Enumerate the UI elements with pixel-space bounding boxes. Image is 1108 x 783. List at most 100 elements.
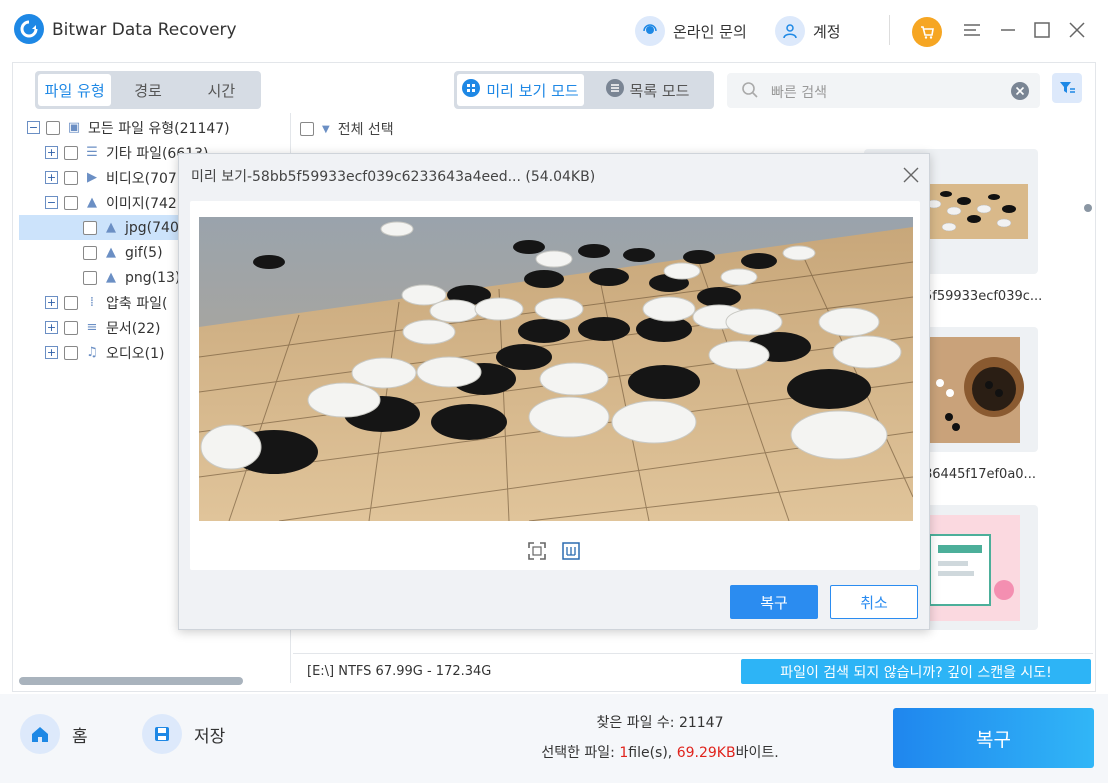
- checkbox[interactable]: [64, 145, 78, 160]
- selected-prefix: 선택한 파일:: [541, 745, 620, 761]
- search-input[interactable]: 빠른 검색: [771, 82, 827, 102]
- scan-stats: 찾은 파일 수: 21147 선택한 파일: 1file(s), 69.29KB…: [480, 708, 840, 768]
- tree-label: 이미지(742: [106, 195, 177, 212]
- select-all[interactable]: ▼ 전체 선택: [300, 119, 394, 139]
- drive-info: [E:\] NTFS 67.99G - 172.34G: [307, 664, 492, 679]
- tree-label: jpg(740: [125, 219, 179, 236]
- preview-tools: [527, 541, 581, 565]
- account-button[interactable]: 계정: [775, 16, 841, 46]
- selected-size: 69.29KB: [676, 745, 736, 761]
- title-bar: Bitwar Data Recovery 온라인 문의 계정: [0, 0, 1108, 62]
- bottom-bar: 홈 저장 찾은 파일 수: 21147 선택한 파일: 1file(s), 69…: [0, 694, 1108, 783]
- image-icon: ▲: [106, 270, 116, 285]
- tree-label: 압축 파일(: [106, 295, 168, 312]
- user-icon: [775, 16, 805, 46]
- status-bar: [E:\] NTFS 67.99G - 172.34G 파일이 검색 되지 않습…: [293, 653, 1093, 689]
- tree-label: 모든 파일 유형(21147): [88, 120, 230, 137]
- home-icon: [20, 714, 60, 754]
- preview-mode-button[interactable]: 미리 보기 모드: [457, 74, 584, 106]
- collapse-icon[interactable]: −: [27, 121, 40, 134]
- dialog-close-icon[interactable]: [900, 164, 922, 186]
- collapse-icon[interactable]: −: [45, 196, 58, 209]
- image-icon: ▲: [106, 245, 116, 260]
- checkbox[interactable]: [83, 220, 97, 235]
- home-label: 홈: [72, 726, 88, 747]
- expand-icon[interactable]: +: [45, 321, 58, 334]
- save-label: 저장: [194, 726, 226, 747]
- image-icon: ▲: [87, 195, 97, 210]
- checkbox[interactable]: [46, 120, 60, 135]
- tab-file-type[interactable]: 파일 유형: [38, 74, 112, 106]
- tab-path[interactable]: 경로: [111, 74, 184, 106]
- menu-icon[interactable]: [960, 18, 984, 42]
- list-mode-button[interactable]: 목록 모드: [584, 74, 711, 106]
- preview-mode-label: 미리 보기 모드: [486, 81, 579, 100]
- tree-item-png[interactable]: ▲ png(13): [83, 265, 180, 290]
- thumbnail-1-label: 5f59933ecf039c...: [924, 289, 1043, 304]
- save-button[interactable]: 저장: [142, 714, 225, 754]
- checkbox[interactable]: [83, 245, 97, 260]
- thumbnail-2-label: 86445f17ef0a0...: [924, 467, 1036, 482]
- app-logo-icon: [14, 14, 44, 44]
- search-box[interactable]: 빠른 검색: [727, 73, 1040, 108]
- fullscreen-icon[interactable]: [527, 541, 547, 565]
- dialog-title: 미리 보기-58bb5f59933ecf039c6233643a4eed... …: [191, 169, 596, 185]
- expand-icon[interactable]: +: [45, 171, 58, 184]
- caret-down-icon: ▼: [322, 123, 330, 135]
- selected-suffix: 바이트.: [735, 745, 779, 761]
- list-mode-label: 목록 모드: [629, 81, 690, 100]
- filter-icon[interactable]: [1052, 73, 1082, 103]
- list-icon: [605, 79, 624, 101]
- online-support-button[interactable]: 온라인 문의: [635, 16, 747, 46]
- dialog-cancel-button[interactable]: 취소: [830, 585, 918, 619]
- view-modes: 미리 보기 모드 목록 모드: [454, 71, 714, 109]
- dialog-recover-button[interactable]: 복구: [730, 585, 818, 619]
- image-icon: ▲: [106, 220, 116, 235]
- preview-image: [199, 217, 913, 521]
- tree-label: png(13): [125, 269, 181, 286]
- expand-icon[interactable]: +: [45, 146, 58, 159]
- clear-search-icon[interactable]: [1011, 82, 1029, 104]
- document-icon: ≡: [86, 320, 98, 335]
- horizontal-scrollbar[interactable]: [19, 677, 243, 685]
- headset-icon: [635, 16, 665, 46]
- zip-icon: ⁞: [89, 295, 95, 310]
- recover-button[interactable]: 복구: [893, 708, 1094, 768]
- maximize-icon[interactable]: [1030, 18, 1054, 42]
- deep-scan-button[interactable]: 파일이 검색 되지 않습니까? 깊이 스캔을 시도!: [741, 659, 1091, 684]
- vertical-scrollbar[interactable]: [1084, 204, 1092, 212]
- checkbox[interactable]: [64, 320, 78, 335]
- checkbox[interactable]: [64, 345, 78, 360]
- expand-icon[interactable]: +: [45, 346, 58, 359]
- minimize-icon[interactable]: [996, 18, 1020, 42]
- tree-item-audio[interactable]: + ♫ 오디오(1): [45, 340, 164, 365]
- tree-label: 문서(22): [106, 320, 161, 337]
- go-board-photo: [199, 217, 913, 521]
- home-button[interactable]: 홈: [20, 714, 88, 754]
- save-icon: [142, 714, 182, 754]
- titlebar-divider: [889, 15, 890, 45]
- selected-count: 1: [619, 745, 629, 761]
- tree-item-gif[interactable]: ▲ gif(5): [83, 240, 163, 265]
- tree-label: 오디오(1): [106, 345, 165, 362]
- selected-unit: file(s),: [628, 745, 677, 761]
- close-icon[interactable]: [1065, 18, 1089, 42]
- cart-icon[interactable]: [912, 17, 942, 47]
- tree-item-document[interactable]: + ≡ 문서(22): [45, 315, 161, 340]
- file-icon: ☰: [86, 145, 98, 160]
- original-size-icon[interactable]: [561, 541, 581, 565]
- music-icon: ♫: [86, 345, 98, 360]
- tree-label: gif(5): [125, 244, 163, 261]
- checkbox[interactable]: [64, 170, 78, 185]
- preview-dialog: 미리 보기-58bb5f59933ecf039c6233643a4eed... …: [178, 153, 930, 630]
- tab-time[interactable]: 시간: [185, 74, 258, 106]
- grid-icon: [462, 79, 481, 101]
- expand-icon[interactable]: +: [45, 296, 58, 309]
- checkbox[interactable]: [83, 270, 97, 285]
- preview-area: [190, 201, 920, 570]
- tree-item-all[interactable]: − ▣ 모든 파일 유형(21147): [27, 115, 230, 140]
- tree-label: 비디오(707: [106, 170, 177, 187]
- checkbox[interactable]: [64, 295, 78, 310]
- select-all-checkbox[interactable]: [300, 122, 314, 136]
- checkbox[interactable]: [64, 195, 78, 210]
